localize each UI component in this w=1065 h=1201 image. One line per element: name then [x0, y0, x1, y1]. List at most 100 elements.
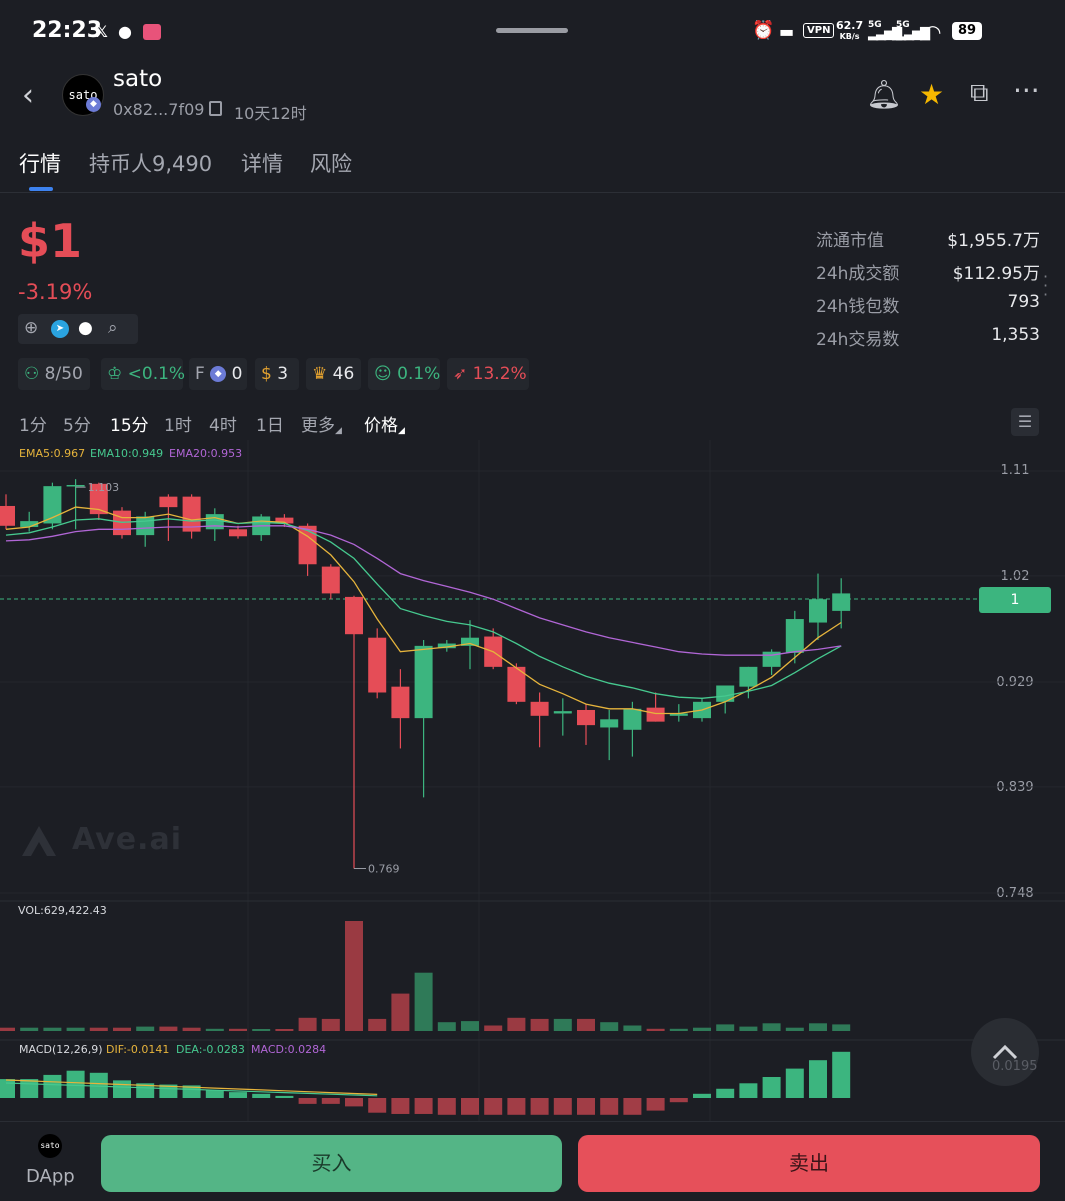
- volume-bar: [577, 1018, 595, 1031]
- candle-body: [0, 505, 15, 526]
- high-price-label: 1.103: [88, 481, 120, 494]
- candle-body: [66, 484, 85, 487]
- volume-bar: [182, 1027, 201, 1031]
- volume-bar: [623, 1025, 642, 1031]
- volume-bar: [507, 1017, 526, 1031]
- macd-bar: [530, 1098, 549, 1115]
- macd-bar: [577, 1098, 595, 1115]
- candle-body: [832, 593, 851, 611]
- macd-bar: [205, 1090, 224, 1098]
- macd-bar: [507, 1098, 526, 1115]
- macd-bar: [113, 1080, 131, 1098]
- volume-bar: [600, 1022, 619, 1031]
- chevron-up-icon: [992, 1044, 1018, 1060]
- volume-bar: [89, 1027, 108, 1031]
- volume-bar: [298, 1017, 317, 1031]
- candle-body: [368, 637, 387, 693]
- macd-bar: [391, 1098, 410, 1114]
- macd-bar: [66, 1070, 85, 1098]
- macd-bar: [275, 1095, 294, 1098]
- macd-dif: DIF:-0.0141: [106, 1043, 170, 1056]
- volume-bar: [229, 1028, 247, 1031]
- candle-body: [600, 719, 619, 728]
- candle-body: [530, 701, 549, 716]
- volume-bar: [553, 1018, 572, 1031]
- macd-bar: [669, 1098, 688, 1103]
- macd-bar: [321, 1098, 340, 1104]
- macd-bar: [414, 1098, 433, 1114]
- volume-bar: [66, 1027, 85, 1031]
- volume-bar: [414, 972, 433, 1031]
- volume-bar: [113, 1027, 131, 1031]
- macd-bar: [229, 1092, 247, 1098]
- candle-body: [623, 708, 642, 730]
- candle-body: [298, 525, 317, 565]
- volume-bar: [762, 1023, 781, 1031]
- dapp-label[interactable]: DApp: [26, 1166, 75, 1187]
- low-price-label: 0.769: [368, 863, 400, 876]
- macd-bar: [832, 1051, 851, 1098]
- candle-body: [553, 711, 572, 714]
- candle-body: [229, 529, 247, 537]
- macd-bar: [20, 1079, 39, 1098]
- sell-button[interactable]: 卖出: [578, 1135, 1040, 1192]
- candle-body: [739, 666, 758, 687]
- macd-axis-value: 0.0195: [992, 1059, 1038, 1074]
- macd-value: MACD:0.0284: [251, 1043, 327, 1056]
- candle-body: [577, 709, 595, 726]
- macd-dea: DEA:-0.0283: [176, 1043, 245, 1056]
- volume-bar: [484, 1025, 503, 1031]
- volume-bar: [739, 1026, 758, 1031]
- candle-body: [391, 686, 410, 719]
- macd-bar: [0, 1079, 15, 1098]
- volume-bar: [321, 1018, 340, 1031]
- volume-bar: [693, 1027, 711, 1031]
- volume-bar: [716, 1024, 735, 1031]
- macd-bar: [693, 1093, 711, 1098]
- volume-label: VOL:629,422.43: [18, 904, 107, 917]
- dapp-avatar[interactable]: sato: [38, 1134, 62, 1158]
- macd-bar: [252, 1093, 271, 1098]
- volume-bar: [205, 1028, 224, 1031]
- candle-body: [414, 645, 433, 719]
- volume-bar: [43, 1027, 62, 1031]
- candle-body: [646, 707, 665, 722]
- macd-bar: [461, 1098, 479, 1115]
- macd-bar: [553, 1098, 572, 1115]
- macd-bar: [437, 1098, 456, 1115]
- buy-button[interactable]: 买入: [101, 1135, 562, 1192]
- volume-bar: [391, 993, 410, 1031]
- scroll-top-button[interactable]: [971, 1018, 1039, 1086]
- candle-body: [809, 599, 827, 623]
- volume-bar: [0, 1027, 15, 1031]
- volume-bar: [136, 1026, 155, 1031]
- volume-bar: [809, 1023, 827, 1031]
- volume-bar: [530, 1018, 549, 1031]
- candle-body: [785, 619, 804, 653]
- volume-bar: [20, 1027, 39, 1031]
- macd-bar: [623, 1098, 642, 1115]
- candle-body: [345, 596, 363, 635]
- volume-bar: [345, 921, 363, 1031]
- volume-bar: [785, 1027, 804, 1031]
- macd-bar: [809, 1060, 827, 1098]
- volume-bar: [437, 1022, 456, 1031]
- price-chart[interactable]: 1.103 0.769: [0, 0, 1065, 1121]
- candle-body: [136, 516, 155, 536]
- macd-label: MACD(12,26,9): [19, 1043, 103, 1056]
- volume-bar: [646, 1028, 665, 1031]
- macd-bar: [368, 1098, 387, 1113]
- macd-bar: [298, 1098, 317, 1104]
- candle-body: [205, 514, 224, 530]
- macd-bar: [600, 1098, 619, 1115]
- candle-body: [321, 566, 340, 594]
- macd-bar: [739, 1083, 758, 1098]
- volume-bar: [832, 1024, 851, 1031]
- volume-bar: [275, 1029, 294, 1031]
- macd-bar: [345, 1098, 363, 1107]
- macd-bar: [484, 1098, 503, 1115]
- volume-bar: [669, 1028, 688, 1031]
- volume-bar: [252, 1029, 271, 1031]
- macd-bar: [762, 1077, 781, 1098]
- volume-bar: [461, 1021, 479, 1031]
